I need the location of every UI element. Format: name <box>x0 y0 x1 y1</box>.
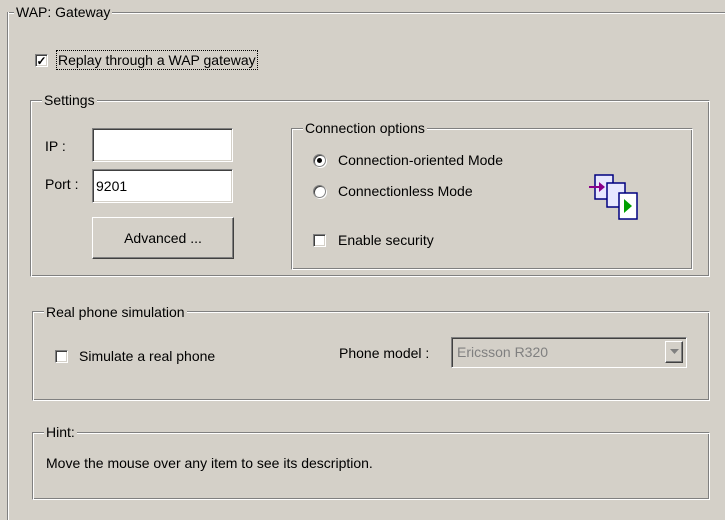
connection-options-title: Connection options <box>303 120 427 136</box>
port-label: Port : <box>45 176 79 192</box>
port-field[interactable] <box>92 169 233 203</box>
simulate-phone-label[interactable]: Simulate a real phone <box>79 347 215 365</box>
real-phone-simulation-title: Real phone simulation <box>44 304 187 320</box>
connection-oriented-radio[interactable] <box>313 154 326 167</box>
ip-field[interactable] <box>92 128 233 162</box>
connectionless-label[interactable]: Connectionless Mode <box>338 182 473 200</box>
replay-label[interactable]: Replay through a WAP gateway <box>56 50 258 70</box>
advanced-button-label: Advanced ... <box>124 230 202 246</box>
replay-checkbox[interactable]: ✓ <box>35 54 48 67</box>
hint-text: Move the mouse over any item to see its … <box>46 455 373 471</box>
phone-model-value: Ericsson R320 <box>457 344 549 360</box>
phone-model-select[interactable]: Ericsson R320 <box>451 337 687 368</box>
ip-input[interactable] <box>93 129 232 161</box>
chevron-down-icon <box>669 349 679 354</box>
phone-model-label: Phone model : <box>339 345 430 361</box>
enable-security-label[interactable]: Enable security <box>338 231 434 249</box>
advanced-button[interactable]: Advanced ... <box>92 217 234 259</box>
wap-gateway-title: WAP: Gateway <box>14 4 113 20</box>
port-input[interactable] <box>93 170 232 202</box>
check-mark-icon: ✓ <box>36 53 47 68</box>
enable-security-checkbox[interactable] <box>313 234 326 247</box>
phone-model-dropdown-button[interactable] <box>665 341 683 363</box>
ip-label: IP : <box>45 138 66 154</box>
hint-title: Hint: <box>44 424 77 440</box>
transfer-pages-icon <box>589 174 638 220</box>
settings-title: Settings <box>42 92 97 108</box>
connectionless-radio[interactable] <box>313 185 326 198</box>
connection-oriented-label[interactable]: Connection-oriented Mode <box>338 151 503 169</box>
simulate-phone-checkbox[interactable] <box>55 350 68 363</box>
